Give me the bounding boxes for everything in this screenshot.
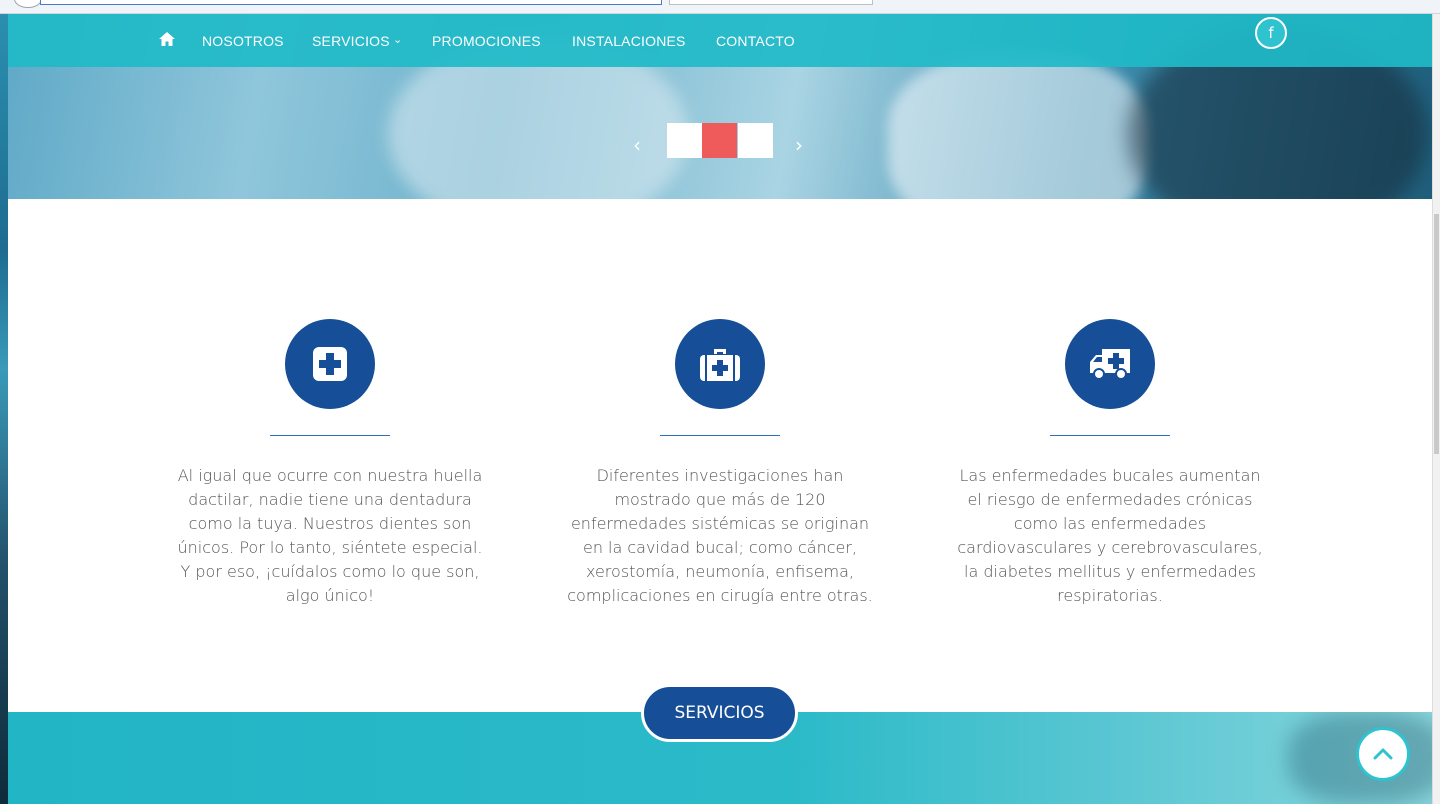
home-icon[interactable] [158, 31, 176, 47]
slider-dot[interactable] [667, 123, 702, 158]
nav-item-nosotros[interactable]: NOSOTROS [202, 33, 284, 49]
nav-item-contacto[interactable]: CONTACTO [716, 33, 795, 49]
medical-cross-icon [285, 319, 375, 409]
chevron-up-icon [1373, 748, 1393, 760]
browser-address-bar[interactable] [40, 0, 662, 5]
browser-toolbar [0, 0, 1440, 14]
nav-item-promociones[interactable]: PROMOCIONES [432, 33, 541, 49]
feature-divider [270, 435, 390, 436]
nav-item-servicios[interactable]: SERVICIOS [312, 33, 390, 49]
feature-text: Las enfermedades bucales aumentan el rie… [957, 466, 1263, 605]
scroll-to-top-button[interactable] [1356, 727, 1410, 781]
slider-prev-button[interactable]: ‹ [633, 133, 641, 157]
feature-card: Al igual que ocurre con nuestra huella d… [160, 319, 500, 608]
browser-site-icon [14, 0, 42, 8]
page-scrollbar[interactable] [1432, 14, 1440, 804]
feature-text: Diferentes investigaciones han mostrado … [567, 466, 873, 605]
ambulance-icon [1065, 319, 1155, 409]
feature-card: Diferentes investigaciones han mostrado … [550, 319, 890, 608]
slider-dot[interactable] [738, 123, 773, 158]
feature-card: Las enfermedades bucales aumentan el rie… [940, 319, 1280, 608]
nav-item-instalaciones[interactable]: INSTALACIONES [572, 33, 686, 49]
feature-text: Al igual que ocurre con nuestra huella d… [177, 466, 483, 605]
feature-divider [1050, 435, 1170, 436]
browser-search-box[interactable] [669, 0, 873, 5]
page-background-left [0, 14, 8, 804]
chevron-down-icon[interactable]: ⌄ [393, 33, 402, 46]
slider-next-button[interactable]: › [795, 133, 803, 157]
facebook-icon[interactable]: f [1255, 17, 1287, 49]
hero-image-shape [888, 54, 1148, 199]
main-navbar: NOSOTROS SERVICIOS ⌄ PROMOCIONES INSTALA… [8, 14, 1432, 67]
features-section: Al igual que ocurre con nuestra huella d… [8, 199, 1432, 712]
feature-divider [660, 435, 780, 436]
scrollbar-thumb[interactable] [1434, 214, 1439, 454]
first-aid-kit-icon [675, 319, 765, 409]
services-button[interactable]: SERVICIOS [641, 684, 798, 742]
slider-dot-active[interactable] [702, 123, 737, 158]
